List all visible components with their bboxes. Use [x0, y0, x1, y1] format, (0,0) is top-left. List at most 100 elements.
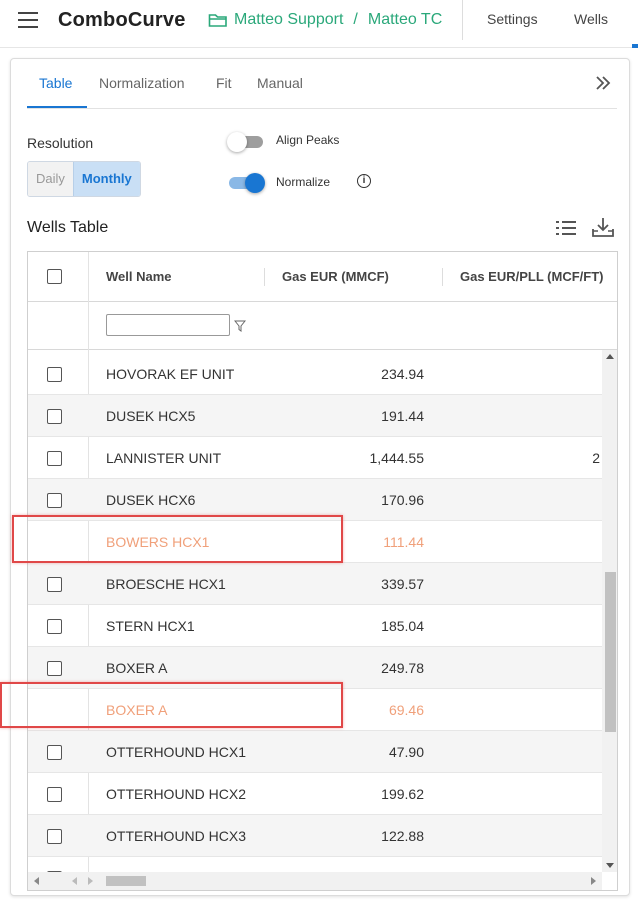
cell-gas-eur: 339.57: [381, 576, 424, 592]
table-row[interactable]: OTTERHOUND HCX2 199.62: [28, 773, 602, 815]
resolution-daily-button[interactable]: Daily: [28, 162, 73, 196]
breadcrumb-project[interactable]: Matteo Support: [234, 11, 343, 29]
breadcrumb: Matteo Support / Matteo TC: [208, 11, 442, 29]
normalize-label: Normalize: [276, 175, 331, 189]
cell-well-name: DUSEK HCX5: [106, 408, 196, 424]
table-row-excluded[interactable]: BOXER A 69.46: [28, 689, 602, 731]
cell-gas-eur: 170.96: [381, 492, 424, 508]
cell-gas-eur: 47.90: [388, 744, 424, 760]
cell-gas-eur-pll: 2: [592, 450, 600, 466]
cell-gas-eur: 191.44: [381, 408, 424, 424]
scroll-right-arrow[interactable]: [591, 877, 596, 885]
resolution-monthly-button[interactable]: Monthly: [72, 162, 140, 196]
cell-well-name: DUSEK HCX6: [106, 492, 196, 508]
cell-gas-eur: 199.62: [381, 786, 424, 802]
filter-icon[interactable]: [234, 320, 246, 332]
header-divider: [462, 0, 463, 40]
breadcrumb-separator: /: [353, 11, 358, 28]
cell-gas-eur: 1,444.55: [369, 450, 425, 466]
column-header-gas-eur[interactable]: Gas EUR (MMCF): [282, 269, 389, 284]
table-header: Well Name Gas EUR (MMCF) Gas EUR/PLL (MC…: [28, 252, 617, 302]
horizontal-scroll-thumb[interactable]: [106, 876, 146, 886]
tab-bar: Table Normalization Fit Manual: [27, 59, 617, 109]
vertical-scrollbar[interactable]: [602, 350, 617, 872]
tab-table[interactable]: Table: [39, 75, 72, 91]
nav-wells[interactable]: Wells: [574, 11, 608, 27]
well-name-filter-input[interactable]: [106, 314, 230, 336]
row-checkbox[interactable]: [47, 619, 62, 634]
info-icon[interactable]: i: [357, 174, 371, 188]
filter-row: [28, 302, 617, 350]
row-checkbox[interactable]: [47, 787, 62, 802]
wells-table: Well Name Gas EUR (MMCF) Gas EUR/PLL (MC…: [27, 251, 618, 891]
nav-active-indicator: [632, 44, 638, 48]
table-row[interactable]: DUSEK HCX5 191.44: [28, 395, 602, 437]
brand-logo[interactable]: ComboCurve: [58, 9, 186, 32]
scroll-left-arrow[interactable]: [34, 877, 39, 885]
cell-gas-eur: 249.78: [381, 660, 424, 676]
folder-icon: [208, 14, 227, 27]
cell-gas-eur: 185.04: [381, 618, 424, 634]
tab-fit[interactable]: Fit: [216, 75, 232, 91]
align-peaks-label: Align Peaks: [276, 133, 340, 147]
cell-well-name: OTTERHOUND HCX1: [106, 744, 247, 760]
tab-manual[interactable]: Manual: [257, 75, 303, 91]
active-tab-indicator: [27, 106, 87, 108]
row-checkbox[interactable]: [47, 829, 62, 844]
breadcrumb-typecurve[interactable]: Matteo TC: [368, 11, 442, 29]
align-peaks-switch[interactable]: [227, 131, 265, 152]
normalize-switch[interactable]: [227, 172, 265, 193]
scroll-up-arrow[interactable]: [606, 354, 614, 359]
select-all-checkbox[interactable]: [47, 269, 62, 284]
wells-table-title: Wells Table: [27, 219, 109, 236]
column-divider: [88, 252, 89, 302]
cell-gas-eur: 69.46: [388, 702, 424, 718]
expand-icon[interactable]: [593, 73, 613, 93]
cell-well-name: STERN HCX1: [106, 618, 195, 634]
download-icon[interactable]: [591, 216, 615, 238]
resolution-label: Resolution: [27, 135, 94, 151]
tab-normalization[interactable]: Normalization: [99, 75, 185, 91]
list-icon[interactable]: [555, 219, 577, 237]
table-row[interactable]: BOXER B160.92: [28, 857, 602, 872]
nav-settings[interactable]: Settings: [487, 11, 538, 27]
top-bar: ComboCurve Matteo Support / Matteo TC Se…: [0, 0, 638, 48]
table-row[interactable]: OTTERHOUND HCX1 47.90: [28, 731, 602, 773]
cell-well-name: BROESCHE HCX1: [106, 576, 226, 592]
row-checkbox[interactable]: [47, 409, 62, 424]
column-header-well-name[interactable]: Well Name: [106, 269, 172, 284]
cell-well-name: BOWERS HCX1: [106, 534, 210, 550]
table-row[interactable]: DUSEK HCX6 170.96: [28, 479, 602, 521]
table-body: HOVORAK EF UNIT 234.94 DUSEK HCX5 191.44 LAN…: [28, 350, 602, 872]
menu-icon[interactable]: [18, 12, 38, 30]
typecurve-panel: Table Normalization Fit Manual Resolutio…: [10, 58, 630, 896]
row-checkbox[interactable]: [47, 451, 62, 466]
cell-well-name: OTTERHOUND HCX3: [106, 828, 247, 844]
column-resize-handle[interactable]: [442, 268, 443, 286]
cell-well-name: BOXER A: [106, 702, 168, 718]
cell-gas-eur: 111.44: [383, 534, 424, 550]
row-checkbox[interactable]: [47, 493, 62, 508]
horizontal-scrollbar[interactable]: [28, 872, 602, 890]
cell-well-name: BOXER A: [106, 660, 168, 676]
scroll-right-arrow-secondary[interactable]: [88, 877, 93, 885]
table-row-excluded[interactable]: BOWERS HCX1 111.44: [28, 521, 602, 563]
table-row[interactable]: BOXER A 249.78: [28, 647, 602, 689]
column-header-gas-eur-pll[interactable]: Gas EUR/PLL (MCF/FT): [460, 269, 603, 284]
resolution-toggle: Daily Monthly: [27, 161, 141, 197]
column-divider: [88, 302, 89, 350]
vertical-scroll-thumb[interactable]: [605, 572, 616, 732]
table-row[interactable]: LANNISTER UNIT 1,444.55 2: [28, 437, 602, 479]
scroll-down-arrow[interactable]: [606, 863, 614, 868]
row-checkbox[interactable]: [47, 661, 62, 676]
table-row[interactable]: OTTERHOUND HCX3 122.88: [28, 815, 602, 857]
row-checkbox[interactable]: [47, 577, 62, 592]
cell-gas-eur: 234.94: [381, 366, 424, 382]
column-resize-handle[interactable]: [264, 268, 265, 286]
row-checkbox[interactable]: [47, 745, 62, 760]
table-row[interactable]: HOVORAK EF UNIT 234.94: [28, 353, 602, 395]
row-checkbox[interactable]: [47, 367, 62, 382]
table-row[interactable]: BROESCHE HCX1 339.57: [28, 563, 602, 605]
table-row[interactable]: STERN HCX1 185.04: [28, 605, 602, 647]
scroll-left-arrow-secondary[interactable]: [72, 877, 77, 885]
